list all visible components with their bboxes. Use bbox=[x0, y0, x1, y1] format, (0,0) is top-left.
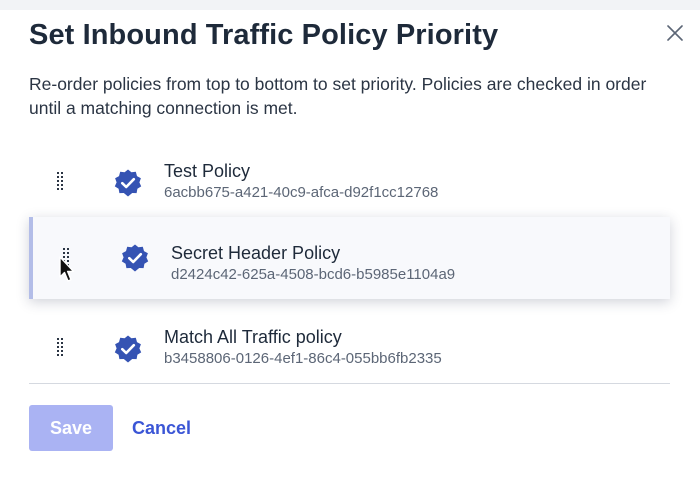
policy-row-secret-header-policy[interactable]: Secret Header Policy d2424c42-625a-4508-… bbox=[29, 217, 670, 299]
drag-handle-icon[interactable] bbox=[56, 337, 64, 357]
drag-handle-icon[interactable] bbox=[56, 171, 64, 191]
dialog-title: Set Inbound Traffic Policy Priority bbox=[29, 19, 499, 51]
policy-name: Secret Header Policy bbox=[171, 243, 341, 263]
policy-text: Secret Header Policy d2424c42-625a-4508-… bbox=[171, 242, 455, 285]
policy-name: Test Policy bbox=[164, 161, 251, 181]
save-button[interactable]: Save bbox=[29, 405, 113, 451]
verified-badge-icon bbox=[114, 335, 142, 363]
policy-row-match-all-traffic[interactable]: Match All Traffic policy b3458806-0126-4… bbox=[29, 316, 670, 382]
close-icon bbox=[667, 25, 683, 41]
verified-badge-icon bbox=[121, 244, 149, 272]
policy-id: 6acbb675-a421-40c9-afca-d92f1cc12768 bbox=[164, 184, 439, 201]
policy-name: Match All Traffic policy bbox=[164, 327, 342, 347]
close-button[interactable] bbox=[662, 20, 688, 46]
priority-modal: Set Inbound Traffic Policy Priority Re-o… bbox=[0, 0, 700, 484]
policy-row-test-policy[interactable]: Test Policy 6acbb675-a421-40c9-afca-d92f… bbox=[29, 150, 670, 216]
policy-text: Test Policy 6acbb675-a421-40c9-afca-d92f… bbox=[164, 160, 438, 203]
cancel-button[interactable]: Cancel bbox=[132, 405, 191, 451]
footer-divider bbox=[29, 383, 670, 384]
verified-badge-icon bbox=[114, 169, 142, 197]
policy-id: b3458806-0126-4ef1-86c4-055bb6fb2335 bbox=[164, 350, 442, 367]
mouse-cursor-icon bbox=[59, 256, 75, 282]
policy-id: d2424c42-625a-4508-bcd6-b5985e1104a9 bbox=[171, 266, 456, 283]
dialog-description: Re-order policies from top to bottom to … bbox=[29, 74, 647, 118]
policy-text: Match All Traffic policy b3458806-0126-4… bbox=[164, 326, 442, 369]
